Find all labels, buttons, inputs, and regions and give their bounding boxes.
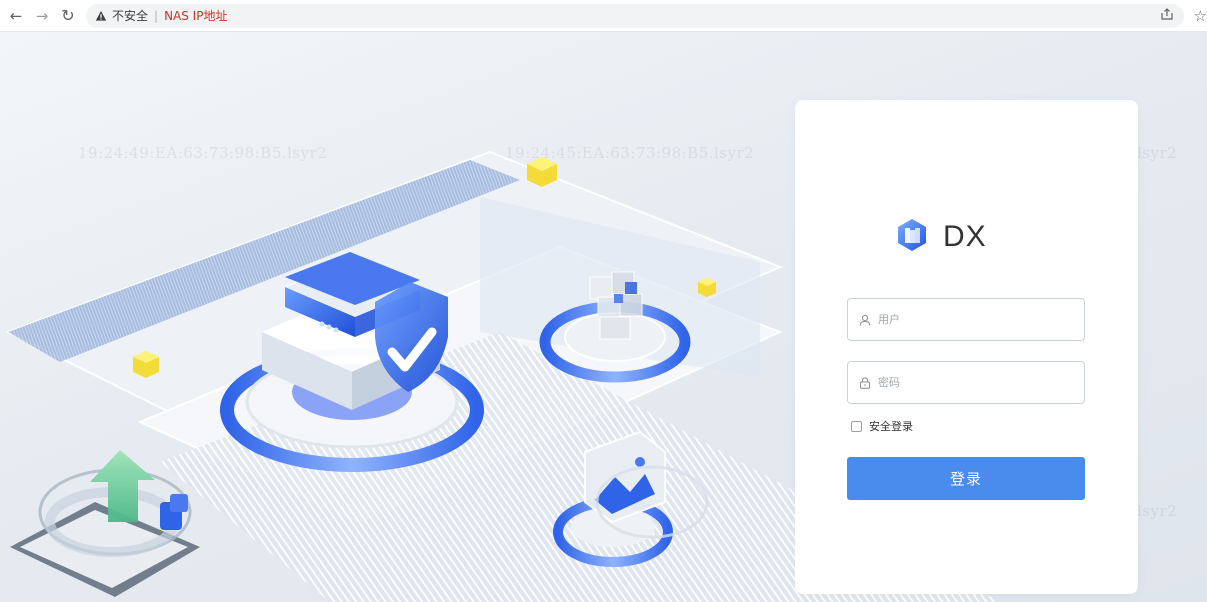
login-button[interactable]: 登录 xyxy=(847,457,1085,500)
address-text[interactable]: NAS IP地址 xyxy=(164,7,227,24)
reload-icon[interactable]: ↻ xyxy=(58,6,78,26)
brand: DX xyxy=(895,218,987,256)
watermark-1: 19:24:49:EA:63:73:98:B5.lsyr2 xyxy=(78,144,328,162)
user-icon xyxy=(858,313,872,327)
share-icon[interactable] xyxy=(1160,7,1174,25)
password-field[interactable] xyxy=(847,361,1085,404)
brand-name: DX xyxy=(943,220,987,253)
lock-icon xyxy=(858,376,872,390)
login-page: 19:24:49:EA:63:73:98:B5.lsyr2 19:24:45:E… xyxy=(0,32,1207,602)
warning-triangle-icon[interactable] xyxy=(94,9,108,23)
login-card: DX 安全登录 登录 xyxy=(795,100,1138,594)
address-bar[interactable]: 不安全 | NAS IP地址 xyxy=(86,3,1184,28)
watermark-2: 19:24:45:EA:63:73:98:B5.lsyr2 xyxy=(505,144,755,162)
password-input[interactable] xyxy=(878,376,1078,389)
back-arrow-icon[interactable]: ← xyxy=(6,6,26,26)
address-separator: | xyxy=(154,8,159,23)
bookmark-star-icon[interactable]: ☆ xyxy=(1194,7,1207,25)
browser-toolbar: ← → ↻ 不安全 | NAS IP地址 ☆ xyxy=(0,0,1207,32)
security-label[interactable]: 不安全 xyxy=(112,7,148,24)
username-field[interactable] xyxy=(847,298,1085,341)
yellow-cube-3 xyxy=(698,278,716,297)
username-input[interactable] xyxy=(878,313,1078,326)
secure-login-label[interactable]: 安全登录 xyxy=(869,418,913,434)
secure-login-row[interactable]: 安全登录 xyxy=(851,418,913,434)
dx-logo-icon xyxy=(895,218,929,256)
secure-login-checkbox[interactable] xyxy=(851,420,862,432)
forward-arrow-icon[interactable]: → xyxy=(32,6,52,26)
